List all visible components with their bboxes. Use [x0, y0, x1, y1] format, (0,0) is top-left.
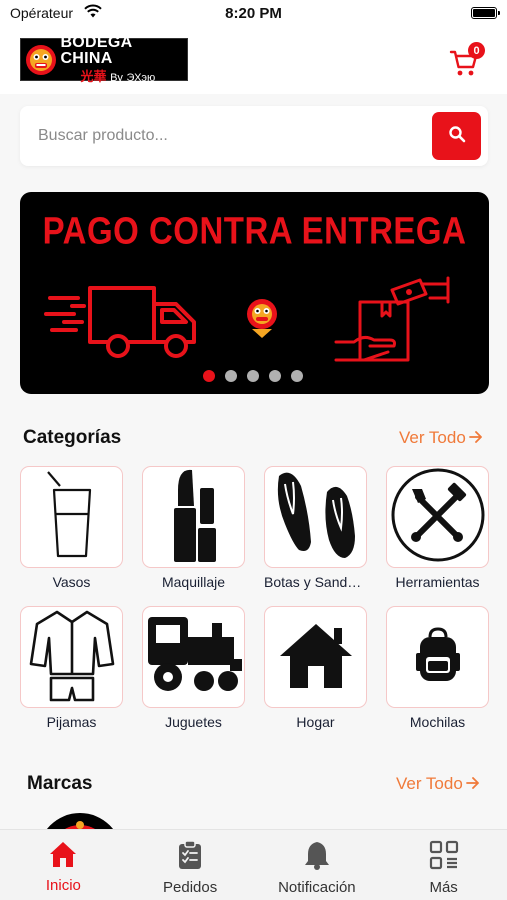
search-input[interactable]: [38, 120, 418, 152]
toy-train-icon: [144, 613, 244, 702]
category-botas-y-sandalias[interactable]: Botas y Sandalias: [264, 466, 367, 590]
nav-label: Pedidos: [163, 879, 218, 896]
flip-flops-icon: [271, 466, 361, 569]
category-label: Mochilas: [409, 714, 466, 730]
pagination-dot[interactable]: [247, 370, 259, 382]
arrow-right-icon: [465, 774, 480, 794]
status-bar: Opérateur 8:20 PM: [0, 0, 507, 28]
brand-logo[interactable]: BODEGA CHINA 光華 By ЭХэю: [20, 34, 188, 84]
category-juguetes[interactable]: Juguetes: [142, 606, 245, 730]
search-icon: [448, 125, 466, 148]
see-all-label: Ver Todo: [396, 774, 463, 793]
logo-subtitle: 光華 By ЭХэю: [80, 69, 156, 84]
category-label: Vasos: [52, 574, 91, 590]
category-vasos[interactable]: Vasos: [20, 466, 123, 590]
grid-menu-icon: [429, 840, 459, 875]
clipboard-icon: [177, 840, 203, 875]
pagination-dot[interactable]: [291, 370, 303, 382]
banner-pagination: [203, 370, 303, 382]
home-icon: [49, 840, 77, 873]
glass-icon: [42, 470, 102, 565]
search-button[interactable]: [432, 112, 481, 160]
nav-item-inicio[interactable]: Inicio: [0, 830, 127, 900]
categories-see-all-link[interactable]: Ver Todo: [399, 428, 483, 448]
see-all-label: Ver Todo: [399, 428, 466, 447]
arrow-right-icon: [468, 428, 483, 448]
nav-item-notificacion[interactable]: Notificación: [254, 830, 381, 900]
category-label: Botas y Sandalias: [264, 574, 367, 590]
lion-mascot-icon: [21, 38, 60, 81]
pagination-dot[interactable]: [269, 370, 281, 382]
category-label: Hogar: [296, 714, 335, 730]
category-label: Herramientas: [395, 574, 480, 590]
bell-icon: [303, 840, 331, 875]
tools-icon: [390, 467, 486, 568]
category-mochilas[interactable]: Mochilas: [386, 606, 489, 730]
house-icon: [276, 620, 356, 695]
promo-banner[interactable]: PAGO CONTRA ENTREGA: [20, 192, 489, 394]
search-bar: [20, 106, 488, 166]
category-label: Maquillaje: [161, 574, 226, 590]
logo-title: BODEGA CHINA: [60, 34, 132, 67]
nav-label: Más: [429, 879, 458, 896]
category-herramientas[interactable]: Herramientas: [386, 466, 489, 590]
pajamas-icon: [29, 608, 115, 707]
bottom-navigation: Inicio Pedidos Notificación Más: [0, 829, 507, 900]
backpack-icon: [414, 626, 462, 688]
cart-button[interactable]: 0: [449, 42, 485, 76]
pagination-dot[interactable]: [203, 370, 215, 382]
category-label: Pijamas: [46, 714, 97, 730]
category-pijamas[interactable]: Pijamas: [20, 606, 123, 730]
nav-label: Notificación: [278, 879, 356, 896]
nav-item-mas[interactable]: Más: [380, 830, 507, 900]
category-hogar[interactable]: Hogar: [264, 606, 367, 730]
nav-item-pedidos[interactable]: Pedidos: [127, 830, 254, 900]
lipstick-icon: [164, 466, 224, 569]
categories-title: Categorías: [23, 427, 122, 448]
brands-title: Marcas: [27, 773, 93, 794]
banner-title: PAGO CONTRA ENTREGA: [42, 209, 467, 252]
status-time: 8:20 PM: [225, 5, 282, 22]
brands-see-all-link[interactable]: Ver Todo: [396, 774, 480, 794]
category-label: Juguetes: [165, 714, 222, 730]
app-header: BODEGA CHINA 光華 By ЭХэю 0: [0, 28, 507, 94]
cart-count-badge: 0: [468, 42, 485, 59]
nav-label: Inicio: [45, 877, 81, 894]
pagination-dot[interactable]: [225, 370, 237, 382]
battery-icon: [471, 7, 500, 19]
category-maquillaje[interactable]: Maquillaje: [142, 466, 245, 590]
